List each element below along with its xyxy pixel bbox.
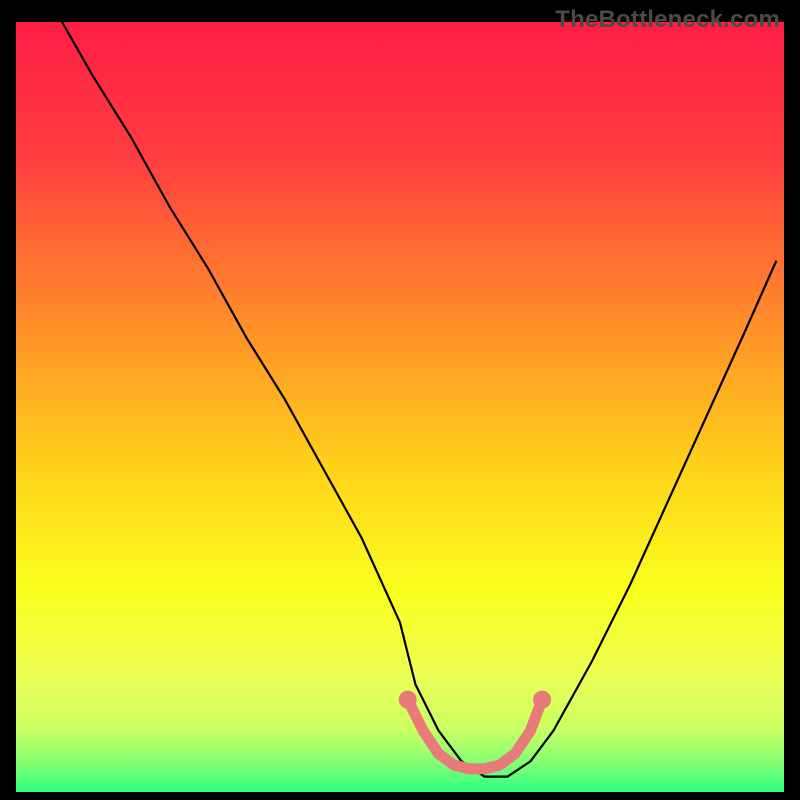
watermark-text: TheBottleneck.com	[555, 6, 780, 34]
bottleneck-chart	[0, 0, 800, 800]
